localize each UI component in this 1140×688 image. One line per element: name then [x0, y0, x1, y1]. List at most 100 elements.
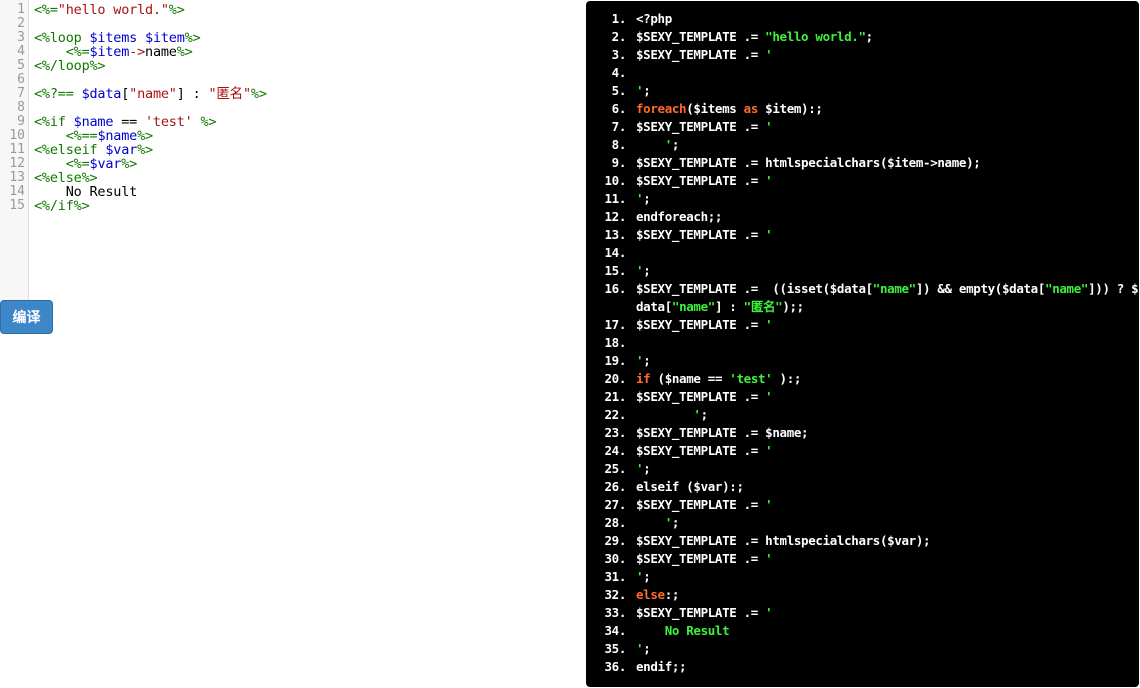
line-number: 10: [9, 128, 25, 143]
output-line-text: $SEXY_TEMPLATE .= ': [636, 388, 773, 406]
output-token: $SEXY_TEMPLATE .=: [636, 317, 766, 332]
code-token: <%?==: [34, 86, 74, 102]
output-token: ': [765, 317, 773, 332]
output-line: 9. $SEXY_TEMPLATE .= htmlspecialchars($it…: [586, 154, 1139, 172]
code-token: %>: [121, 156, 138, 172]
line-number: 5: [17, 58, 25, 73]
output-line-number: 4.: [611, 65, 627, 80]
output-line-number: 35.: [604, 641, 626, 656]
output-line: 11. ';: [586, 190, 1139, 208]
output-line-number: 5.: [611, 83, 627, 98]
output-line: 34. No Result: [586, 622, 1139, 640]
output-line-number: 29.: [604, 533, 626, 548]
output-line-text: endif;;: [636, 658, 687, 676]
output-line: 26. elseif ($var):;: [586, 478, 1139, 496]
code-line: <%=$item->name%>: [34, 45, 193, 59]
output-token: 'test': [729, 371, 773, 386]
line-number: 13: [9, 170, 25, 185]
output-token: $SEXY_TEMPLATE .= $name;: [636, 425, 809, 440]
output-token: ;: [643, 191, 651, 206]
code-line: <%="hello world."%>: [34, 3, 185, 17]
output-line-number: 34.: [604, 623, 626, 638]
template-editor[interactable]: 1 2 3 4 5 6 7 8 9 10 11 12 13 14 15 <%="hello world."%…: [0, 0, 560, 300]
line-number-gutter: 1 2 3 4 5 6 7 8 9 10 11 12 13 14 15: [0, 0, 29, 300]
output-token: ])) ? $: [1088, 281, 1139, 296]
code-token: %>: [176, 44, 193, 60]
output-token: ] :: [714, 299, 744, 314]
output-line-number: 14.: [604, 245, 626, 260]
code-line: <%if $name == 'test' %>: [34, 114, 217, 130]
output-line: 1. <?php: [586, 10, 1139, 28]
output-line: 23. $SEXY_TEMPLATE .= $name;: [586, 424, 1139, 442]
output-token: $SEXY_TEMPLATE .=: [636, 119, 766, 134]
code-token: "name": [129, 86, 177, 102]
output-line: 33. $SEXY_TEMPLATE .= ': [586, 604, 1139, 622]
output-line-text: ';: [636, 640, 651, 658]
output-line-text: ';: [636, 568, 651, 586]
output-token: "匿名": [743, 299, 783, 314]
output-line-text: ';: [636, 262, 651, 280]
output-line-number: 6.: [611, 101, 627, 116]
output-token: ': [765, 227, 773, 242]
output-line: 22. ';: [586, 406, 1139, 424]
output-line-text: No Result: [636, 622, 730, 640]
code-token: "hello world.": [57, 2, 169, 18]
output-line: 29. $SEXY_TEMPLATE .= htmlspecialchars($v…: [586, 532, 1139, 550]
output-line-number: 13.: [604, 227, 626, 242]
output-line-text: $SEXY_TEMPLATE .= ': [636, 172, 773, 190]
output-token: ;: [643, 353, 651, 368]
output-line: 30. $SEXY_TEMPLATE .= ': [586, 550, 1139, 568]
output-token: ):;: [772, 371, 802, 386]
output-line: 16. $SEXY_TEMPLATE .= ((isset($data["name…: [586, 280, 1139, 298]
output-line: 27. $SEXY_TEMPLATE .= ': [586, 496, 1139, 514]
line-number: 9: [17, 114, 25, 129]
compile-button[interactable]: 编译: [0, 300, 53, 334]
output-line-number: 15.: [604, 263, 626, 278]
output-line-number: 28.: [604, 515, 626, 530]
output-token: $SEXY_TEMPLATE .=: [636, 227, 766, 242]
code-token: %>: [137, 142, 153, 158]
output-line-number: 12.: [604, 209, 626, 224]
code-token: %>: [250, 86, 267, 102]
code-token: %>: [192, 114, 217, 130]
output-token: $SEXY_TEMPLATE .= ((isset($data[: [636, 281, 873, 296]
output-line: 19. ';: [586, 352, 1139, 370]
output-token: ': [765, 497, 773, 512]
output-line: 28. ';: [586, 514, 1139, 532]
output-line-number: 21.: [604, 389, 626, 404]
code-token: [: [121, 86, 130, 102]
line-number: 8: [17, 100, 25, 115]
output-line-text: ';: [636, 136, 680, 154]
output-line-number: 10.: [604, 173, 626, 188]
output-line-text: endforeach;;: [636, 208, 722, 226]
output-token: ': [636, 515, 673, 530]
output-line-text: ';: [636, 82, 651, 100]
output-line-number: 7.: [611, 119, 627, 134]
output-token: $SEXY_TEMPLATE .= htmlspecialchars($item…: [636, 155, 981, 170]
line-number: 12: [9, 156, 25, 171]
output-line-text: elseif ($var):;: [636, 478, 744, 496]
output-line-number: 11.: [604, 191, 626, 206]
output-line-text: <?php: [636, 10, 672, 28]
output-line: 7. $SEXY_TEMPLATE .= ': [586, 118, 1139, 136]
output-line-text: $SEXY_TEMPLATE .= htmlspecialchars($var)…: [636, 532, 931, 550]
output-line-text: $SEXY_TEMPLATE .= ((isset($data["name"])…: [636, 280, 1139, 298]
line-number: 3: [17, 30, 25, 45]
output-line-number: 22.: [604, 407, 626, 422]
output-token: ': [765, 119, 773, 134]
line-number: 6: [17, 72, 25, 87]
output-line: 32. else:;: [586, 586, 1139, 604]
output-line-number: 24.: [604, 443, 626, 458]
output-token: "name": [872, 281, 916, 296]
output-token: ;: [671, 515, 680, 530]
output-line-number: 23.: [604, 425, 626, 440]
output-token: ': [765, 605, 773, 620]
output-token: :;: [664, 587, 680, 602]
output-token: );;: [782, 299, 804, 314]
output-token: endif;;: [636, 659, 687, 674]
output-token: ': [765, 443, 773, 458]
output-token: $item):;: [758, 101, 823, 116]
output-token: data[: [636, 299, 672, 314]
output-line: data["name"] : "匿名");;: [586, 298, 1139, 316]
output-line-number: 16.: [604, 281, 626, 296]
